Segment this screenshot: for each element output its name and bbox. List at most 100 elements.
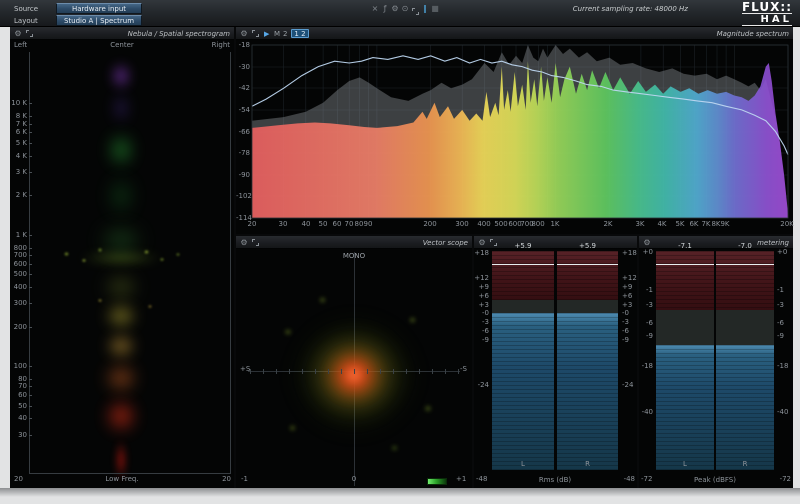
- panel-title: Nebula / Spatial spectrogram: [128, 30, 230, 38]
- meter-scale-label: +0: [639, 249, 653, 257]
- vectorscope-mono-label: MONO: [236, 253, 472, 261]
- flux-logo: FLUX:: HAL: [742, 1, 792, 26]
- meter-bar: [492, 313, 554, 470]
- fullscreen-icon[interactable]: [412, 8, 419, 15]
- spatial-spectrogram-display: [10, 40, 234, 488]
- nebula-min-freq: 20: [10, 476, 231, 484]
- meter-channel-label: L: [656, 461, 714, 469]
- axis-tick: [29, 156, 32, 157]
- settings-icon[interactable]: ⚙: [390, 3, 400, 14]
- close-icon[interactable]: ×: [370, 3, 380, 14]
- source-select[interactable]: Hardware input: [56, 3, 142, 14]
- meter-scale-label: +0: [777, 249, 787, 257]
- meter-scale-label: -3: [639, 302, 653, 310]
- layout-select[interactable]: Studio A | Spectrum: [56, 15, 142, 26]
- nebula-freq-label: 6 K: [10, 129, 27, 137]
- vectorscope-blob: [390, 444, 399, 452]
- source-label: Source: [14, 4, 38, 14]
- mode-m-button[interactable]: M: [274, 30, 280, 38]
- vectorscope-tick: [276, 369, 277, 374]
- gear-icon[interactable]: ⚙: [239, 28, 249, 39]
- nebula-freq-label: 4 K: [10, 153, 27, 161]
- axis-tick: [29, 379, 32, 380]
- axis-tick: [29, 406, 32, 407]
- vectorscope-tick: [419, 369, 420, 374]
- stop-icon[interactable]: ■: [430, 3, 440, 14]
- meter-scale-label: -40: [777, 409, 788, 417]
- axis-tick: [29, 248, 32, 249]
- nebula-freq-label: 2 K: [10, 192, 27, 200]
- meter-scale-label: +18: [474, 250, 489, 258]
- axis-tick: [29, 116, 32, 117]
- vectorscope-tick: [302, 369, 303, 374]
- vectorscope-tick: [341, 369, 342, 374]
- fullscreen-icon[interactable]: [252, 239, 259, 246]
- meter-scale-label: -18: [639, 363, 653, 371]
- meter-value: -7.0: [716, 243, 774, 251]
- nebula-freq-label: 30: [10, 432, 27, 440]
- meter-scale-label: -1: [639, 287, 653, 295]
- vectorscope-tick: [354, 369, 355, 374]
- nebula-freq-label: 5 K: [10, 140, 27, 148]
- meter-scale-label: +9: [622, 284, 632, 292]
- gear-icon[interactable]: ⚙: [642, 237, 652, 248]
- fullscreen-icon[interactable]: [252, 30, 259, 37]
- spectrogram-blob: [98, 358, 144, 398]
- panel-title: Vector scope: [423, 239, 468, 247]
- gear-icon[interactable]: ⚙: [477, 237, 487, 248]
- pause-icon[interactable]: ‖: [420, 3, 430, 14]
- axis-tick: [29, 287, 32, 288]
- vectorscope-tick: [393, 369, 394, 374]
- axis-tick: [29, 103, 32, 104]
- meter-scale-label: +12: [474, 275, 489, 283]
- nebula-freq-label: 40: [10, 415, 27, 423]
- magnitude-spectrum-display: [236, 40, 793, 234]
- vectorscope-tick: [406, 369, 407, 374]
- meter-scale-label: -6: [639, 320, 653, 328]
- meter-scale-label: +6: [622, 293, 632, 301]
- meter-over-zone: [716, 251, 774, 310]
- nebula-freq-label: 600: [10, 261, 27, 269]
- nebula-freq-label: 400: [10, 284, 27, 292]
- vectorscope-tick: [367, 369, 368, 374]
- meter-peak-line: [716, 264, 774, 265]
- meter-scale-label: -24: [622, 382, 633, 390]
- meter-scale-label: -9: [622, 337, 629, 345]
- correlation-max-label: +1: [456, 476, 466, 484]
- vectorscope-tick: [458, 369, 459, 374]
- nebula-freq-label: 70: [10, 383, 27, 391]
- meter-mid-zone: [656, 310, 714, 345]
- meter-scale-label: +18: [622, 250, 637, 258]
- meter-bar: [716, 345, 774, 470]
- channel-pair-button[interactable]: 1 2: [291, 29, 309, 38]
- meter-scale-label: -9: [474, 337, 489, 345]
- nebula-freq-label: 10 K: [10, 100, 27, 108]
- sampling-rate: Current sampling rate: 48000 Hz: [573, 5, 688, 13]
- vectorscope-blob: [318, 296, 327, 304]
- spectrogram-blob: [81, 258, 87, 263]
- meter-range-label: -72: [641, 476, 652, 484]
- flux-brand-text: FLUX::: [742, 1, 792, 13]
- analyzer-window: Source Hardware input Layout Studio A | …: [0, 0, 800, 504]
- mode-2-button[interactable]: 2: [283, 30, 287, 38]
- spectrogram-blob: [97, 298, 103, 303]
- meter-range-label: -48: [619, 476, 635, 484]
- gear-icon[interactable]: ⚙: [239, 237, 249, 248]
- axis-tick: [29, 303, 32, 304]
- vectorscope-tick: [328, 369, 329, 374]
- spectrogram-blob: [147, 304, 153, 309]
- axis-tick: [29, 435, 32, 436]
- play-icon[interactable]: ▶: [264, 30, 269, 38]
- tools-icon[interactable]: ƒ: [380, 3, 390, 14]
- spectrogram-blob: [143, 249, 150, 255]
- meter-scale-label: +9: [474, 284, 489, 292]
- axis-tick: [29, 327, 32, 328]
- gear-icon[interactable]: ⚙: [13, 28, 23, 39]
- vectorscope-tick: [250, 369, 251, 374]
- snapshot-icon[interactable]: ⊙: [400, 3, 410, 14]
- axis-tick: [29, 274, 32, 275]
- meter-scale-label: +12: [622, 275, 637, 283]
- meter-scale-label: -18: [777, 363, 788, 371]
- axis-tick: [29, 235, 32, 236]
- fullscreen-icon[interactable]: [26, 30, 33, 37]
